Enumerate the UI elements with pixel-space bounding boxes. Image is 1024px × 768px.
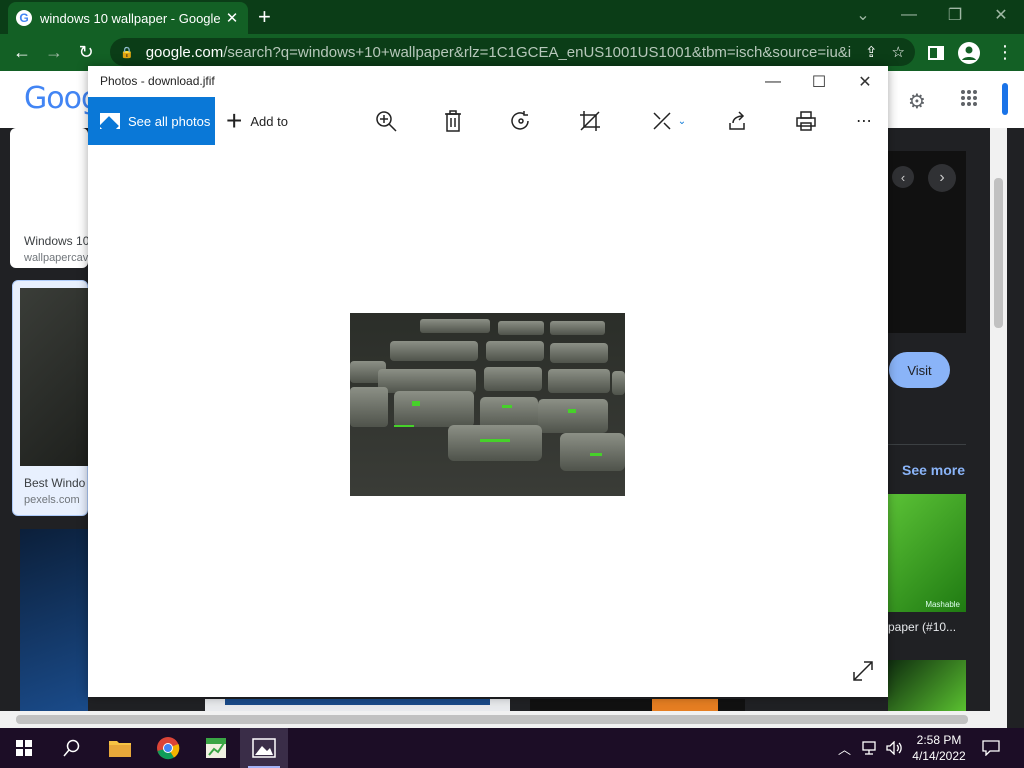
clock-date: 4/14/2022 — [912, 749, 966, 763]
panel-divider — [888, 444, 966, 445]
photo-preview[interactable] — [350, 313, 625, 496]
mashable-watermark: Mashable — [925, 600, 960, 609]
minimize-button[interactable]: — — [886, 0, 932, 30]
horizontal-scroll-thumb[interactable] — [16, 715, 968, 724]
apps-grid-icon[interactable] — [960, 89, 978, 112]
gallery-icon — [100, 113, 120, 129]
photos-title-bar[interactable]: Photos - download.jfif — ☐ ✕ — [88, 66, 888, 97]
notifications-icon[interactable] — [982, 728, 1000, 768]
see-all-photos-button[interactable]: See all photos — [88, 97, 215, 145]
lock-icon[interactable]: 🔒 — [120, 46, 134, 59]
bookmark-star-icon[interactable]: ☆ — [892, 43, 905, 61]
horizontal-scrollbar[interactable] — [0, 711, 1007, 728]
clock-time: 2:58 PM — [916, 733, 962, 747]
account-edge — [1002, 83, 1008, 115]
see-all-photos-label: See all photos — [128, 113, 211, 129]
search-icon[interactable] — [48, 728, 96, 768]
share-icon[interactable] — [722, 107, 752, 135]
rotate-icon[interactable] — [506, 107, 536, 135]
result-title-1[interactable]: Windows 10 — [24, 234, 89, 248]
new-tab-button[interactable]: + — [258, 4, 271, 30]
fullscreen-expand-icon[interactable] — [852, 660, 876, 684]
tab-strip: G windows 10 wallpaper - Google S ✕ + ⌄ … — [0, 0, 1024, 34]
photos-app-window: Photos - download.jfif — ☐ ✕ See all pho… — [88, 66, 888, 697]
chrome-menu-icon[interactable]: ⋮ — [996, 34, 1014, 71]
related-image-2[interactable] — [888, 660, 966, 711]
taskbar-clock[interactable]: 2:58 PM 4/14/2022 — [906, 732, 972, 764]
photos-maximize-button[interactable]: ☐ — [796, 66, 842, 97]
spreadsheet-app-icon[interactable] — [192, 728, 240, 768]
result-thumb-2[interactable] — [20, 288, 88, 466]
browser-tab[interactable]: G windows 10 wallpaper - Google S ✕ — [8, 2, 248, 34]
related-caption[interactable]: paper (#10... — [888, 620, 956, 634]
visit-button[interactable]: Visit — [889, 352, 950, 388]
network-icon[interactable] — [862, 728, 880, 768]
side-panel-icon[interactable] — [928, 34, 944, 71]
close-button[interactable]: ✕ — [978, 0, 1024, 30]
chrome-icon[interactable] — [144, 728, 192, 768]
result-thumb-3[interactable] — [20, 529, 88, 711]
file-explorer-icon[interactable] — [96, 728, 144, 768]
add-to-label: Add to — [250, 113, 288, 129]
tab-search-icon[interactable]: ⌄ — [840, 0, 886, 30]
reload-icon[interactable]: ↻ — [70, 37, 102, 69]
print-icon[interactable] — [791, 107, 821, 135]
plus-icon: + — [226, 105, 243, 136]
result-title-2[interactable]: Best Windo — [24, 476, 85, 490]
url-path: /search?q=windows+10+wallpaper&rlz=1C1GC… — [223, 43, 851, 61]
result-strip-2-image — [652, 699, 718, 711]
crop-icon[interactable] — [575, 107, 605, 135]
tray-overflow-icon[interactable]: ︿ — [838, 728, 851, 768]
windows-taskbar: ︿ 2:58 PM 4/14/2022 — [0, 728, 1024, 768]
result-strip-image — [225, 699, 490, 705]
photos-taskbar-icon[interactable] — [240, 728, 288, 768]
photos-minimize-button[interactable]: — — [750, 66, 796, 97]
edit-chevron-down-icon[interactable]: ⌄ — [678, 116, 686, 127]
prev-arrow-icon[interactable]: ‹ — [892, 166, 914, 188]
result-source-1: wallpapercav — [24, 252, 89, 264]
see-more-link[interactable]: See more — [902, 462, 965, 478]
settings-gear-icon[interactable]: ⚙ — [908, 89, 926, 114]
vertical-scrollbar[interactable] — [990, 128, 1007, 711]
google-favicon-icon: G — [16, 10, 32, 26]
next-arrow-icon[interactable]: › — [928, 164, 956, 192]
forward-icon[interactable]: → — [38, 37, 70, 69]
tab-close-icon[interactable]: ✕ — [224, 9, 240, 27]
url-text[interactable]: google.com/search?q=windows+10+wallpaper… — [146, 44, 851, 61]
preview-panel: ‹ › Visit See more Mashable paper (#10..… — [888, 128, 990, 711]
share-icon[interactable]: ⇪ — [865, 43, 878, 61]
more-options-icon[interactable]: ⋯ — [849, 107, 879, 135]
photos-close-button[interactable]: ✕ — [842, 66, 888, 97]
related-image[interactable]: Mashable — [888, 494, 966, 612]
add-to-button[interactable]: + Add to — [226, 97, 288, 145]
result-source-2: pexels.com — [24, 494, 80, 506]
delete-icon[interactable] — [438, 107, 468, 135]
photos-toolbar: See all photos + Add to ⌄ ⋯ — [88, 97, 888, 145]
url-host: google.com — [145, 43, 224, 61]
edit-draw-icon[interactable]: ⌄ — [646, 107, 692, 135]
photos-title: Photos - download.jfif — [100, 74, 215, 88]
volume-icon[interactable] — [886, 728, 904, 768]
back-icon[interactable]: ← — [6, 37, 38, 69]
windows-start-icon[interactable] — [0, 728, 48, 768]
profile-avatar-icon[interactable] — [958, 34, 980, 71]
zoom-in-icon[interactable] — [371, 107, 401, 135]
tab-title: windows 10 wallpaper - Google S — [40, 10, 224, 26]
restore-button[interactable]: ❐ — [932, 0, 978, 30]
address-bar[interactable]: 🔒 google.com/search?q=windows+10+wallpap… — [110, 38, 915, 66]
vertical-scroll-thumb[interactable] — [994, 178, 1003, 328]
